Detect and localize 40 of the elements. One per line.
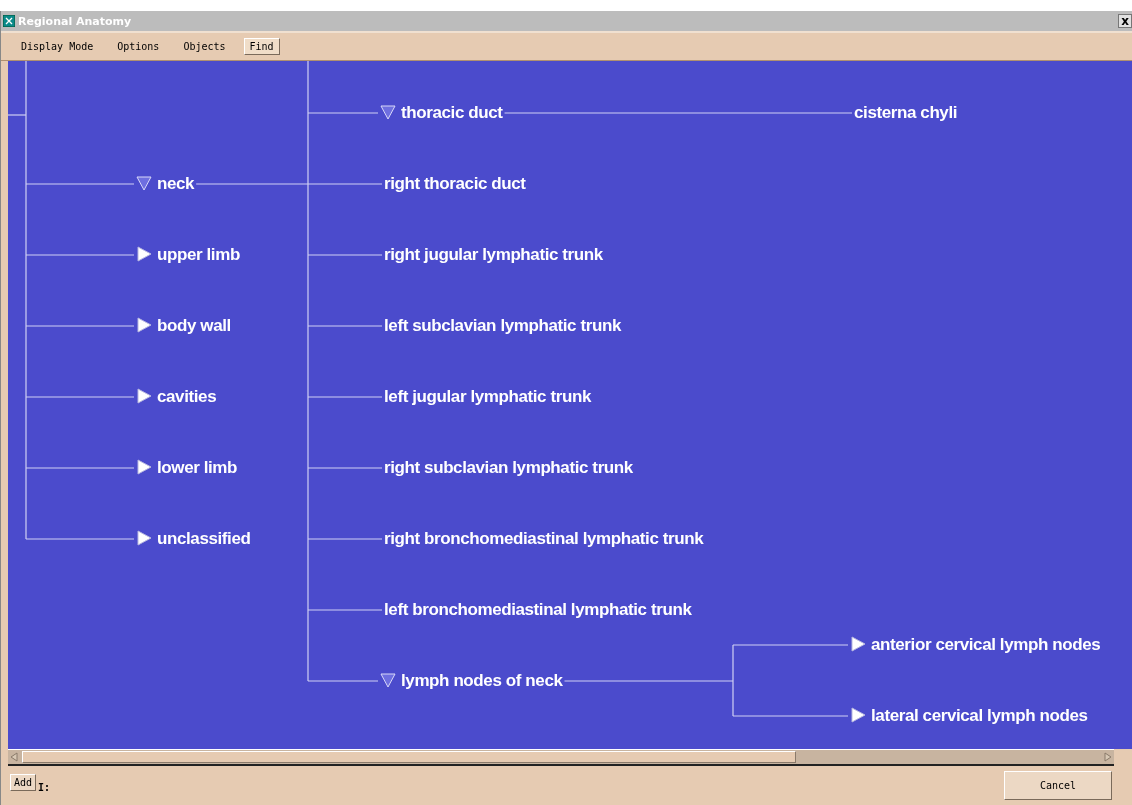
- menu-item[interactable]: Find: [243, 38, 280, 55]
- collapsed-triangle-icon[interactable]: [136, 317, 152, 333]
- collapsed-triangle-icon[interactable]: [136, 459, 152, 475]
- tree-node-label[interactable]: right subclavian lymphatic trunk: [384, 457, 633, 479]
- tree-node-label[interactable]: unclassified: [157, 528, 251, 550]
- tree-node-label[interactable]: left jugular lymphatic trunk: [384, 386, 591, 408]
- tree-node-label[interactable]: thoracic duct: [401, 102, 503, 124]
- expanded-triangle-icon[interactable]: [380, 104, 396, 120]
- expanded-triangle-icon[interactable]: [136, 175, 152, 191]
- tree-node-label[interactable]: lateral cervical lymph nodes: [871, 705, 1088, 727]
- scrollbar-thumb[interactable]: [22, 751, 796, 763]
- tree-node-label[interactable]: body wall: [157, 315, 231, 337]
- collapsed-triangle-icon[interactable]: [136, 530, 152, 546]
- tree-node-label[interactable]: right thoracic duct: [384, 173, 526, 195]
- expanded-triangle-icon[interactable]: [380, 672, 396, 688]
- tree-node-label[interactable]: anterior cervical lymph nodes: [871, 634, 1101, 656]
- window-title: Regional Anatomy: [18, 14, 133, 28]
- collapsed-triangle-icon[interactable]: [136, 388, 152, 404]
- menu-item[interactable]: Options: [111, 38, 166, 55]
- field-label: I:: [38, 782, 51, 793]
- close-button[interactable]: x: [1118, 14, 1132, 28]
- app-icon: [3, 15, 15, 27]
- collapsed-triangle-icon[interactable]: [850, 636, 866, 652]
- tree-node-label[interactable]: upper limb: [157, 244, 240, 266]
- cancel-button[interactable]: Cancel: [1004, 771, 1112, 800]
- tree-node-label[interactable]: cisterna chyli: [854, 102, 958, 124]
- horizontal-scrollbar[interactable]: [8, 749, 1114, 766]
- tree-node-label[interactable]: lymph nodes of neck: [401, 670, 563, 692]
- tree-node-label[interactable]: lower limb: [157, 457, 238, 479]
- tree-node-label[interactable]: right jugular lymphatic trunk: [384, 244, 603, 266]
- menu-item[interactable]: Display Mode: [15, 38, 100, 55]
- tree-node-label[interactable]: right bronchomediastinal lymphatic trunk: [384, 528, 704, 550]
- collapsed-triangle-icon[interactable]: [850, 707, 866, 723]
- tree-node-label[interactable]: left bronchomediastinal lymphatic trunk: [384, 599, 692, 621]
- add-button[interactable]: Add: [10, 774, 37, 791]
- menu-item[interactable]: Objects: [177, 38, 232, 55]
- collapsed-triangle-icon[interactable]: [136, 246, 152, 262]
- tree-node-label[interactable]: left subclavian lymphatic trunk: [384, 315, 621, 337]
- tree-node-label[interactable]: neck: [157, 173, 195, 195]
- tree-node-label[interactable]: cavities: [157, 386, 217, 408]
